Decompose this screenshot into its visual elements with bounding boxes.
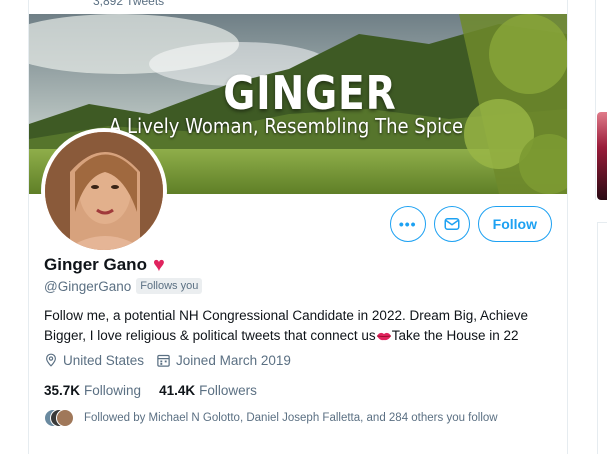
avatar [56,409,74,427]
banner-subtitle: A Lively Woman, Resembling The Spice [109,114,464,138]
follow-button[interactable]: Follow [477,206,552,242]
handle: @GingerGano [44,278,132,294]
name-row: Ginger Gano ♥ [44,255,165,275]
followers-link[interactable]: 41.4K Followers [159,383,257,398]
profile-column: 3,892 Tweets GINGER A Lively Woman, Rese… [28,0,568,454]
followers-label: Followers [199,383,257,398]
profile-meta: United States Joined March 2019 [44,352,291,368]
more-button[interactable]: ••• [389,206,426,242]
message-button[interactable] [433,206,470,242]
following-label: Following [84,383,142,398]
joined-text: Joined March 2019 [176,352,291,368]
follows-you-badge: Follows you [136,278,203,294]
display-name: Ginger Gano [44,255,147,274]
calendar-icon [157,354,170,367]
location-item: United States [44,352,144,368]
avatar[interactable] [41,128,167,254]
location-icon [46,353,56,367]
following-link[interactable]: 35.7K Following [44,383,141,398]
right-sidebar-card [595,0,607,200]
following-count: 35.7K [44,383,81,398]
followed-by-row[interactable]: Followed by Michael N Golotto, Daniel Jo… [44,409,498,427]
followers-count: 41.4K [159,383,196,398]
handle-row: @GingerGano Follows you [44,278,203,294]
follow-counts: 35.7K Following 41.4K Followers [44,383,257,398]
lips-icon [376,332,391,341]
bio-text-2: Take the House in 22 [391,328,519,343]
heart-icon: ♥ [152,254,165,276]
bio: Follow me, a potential NH Congressional … [44,306,554,346]
avatar-image [45,132,163,250]
banner-title: GINGER [223,66,397,120]
followed-by-text: Followed by Michael N Golotto, Daniel Jo… [84,412,498,424]
location-text: United States [63,352,145,368]
message-icon [444,218,460,230]
tweet-count: 3,892 Tweets [93,0,165,8]
joined-item: Joined March 2019 [156,353,291,368]
profile-actions: ••• Follow [389,206,552,242]
more-icon: ••• [398,216,417,232]
followed-by-avatars [44,409,74,427]
right-sidebar-card-2 [597,222,607,454]
sidebar-thumbnail[interactable] [597,112,607,200]
